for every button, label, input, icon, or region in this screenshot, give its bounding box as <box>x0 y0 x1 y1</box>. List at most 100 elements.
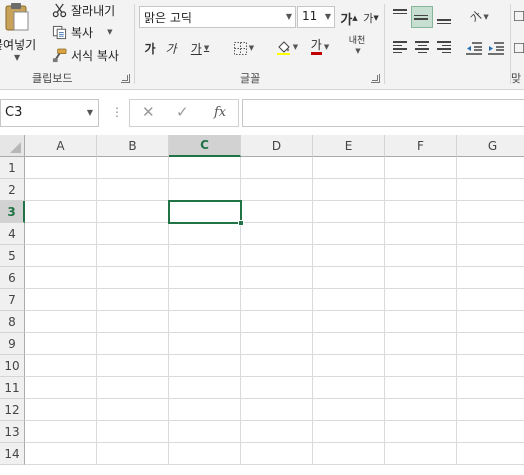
row-header-5[interactable]: 5 <box>0 245 25 267</box>
chevron-down-icon[interactable]: ▼ <box>87 108 93 117</box>
cell-b4[interactable] <box>97 223 169 245</box>
insert-function-icon[interactable]: fx <box>214 105 226 120</box>
bold-button[interactable]: 가 <box>141 38 159 58</box>
cell-g1[interactable] <box>457 157 524 179</box>
cell-d11[interactable] <box>241 377 313 399</box>
cell-b7[interactable] <box>97 289 169 311</box>
cell-g9[interactable] <box>457 333 524 355</box>
cell-d7[interactable] <box>241 289 313 311</box>
row-header-3[interactable]: 3 <box>0 201 25 223</box>
cell-c5[interactable] <box>169 245 241 267</box>
decrease-indent-button[interactable] <box>464 38 484 58</box>
cell-e14[interactable] <box>313 443 385 465</box>
formula-input[interactable] <box>242 99 524 127</box>
column-header-d[interactable]: D <box>241 135 313 157</box>
cell-a3[interactable] <box>25 201 97 223</box>
cell-f9[interactable] <box>385 333 457 355</box>
name-box[interactable]: C3 ▼ <box>0 99 99 127</box>
cut-button[interactable]: 잘라내기 <box>52 0 115 20</box>
cell-e12[interactable] <box>313 399 385 421</box>
wrap-text-button[interactable] <box>514 6 524 26</box>
cell-g6[interactable] <box>457 267 524 289</box>
cell-d1[interactable] <box>241 157 313 179</box>
align-top-button[interactable] <box>391 6 409 24</box>
cell-d14[interactable] <box>241 443 313 465</box>
cell-a12[interactable] <box>25 399 97 421</box>
font-name-dropdown[interactable]: 맑은 고딕 ▼ <box>139 6 296 28</box>
cell-b2[interactable] <box>97 179 169 201</box>
cell-a13[interactable] <box>25 421 97 443</box>
cell-c6[interactable] <box>169 267 241 289</box>
cell-f6[interactable] <box>385 267 457 289</box>
cell-e6[interactable] <box>313 267 385 289</box>
row-header-7[interactable]: 7 <box>0 289 25 311</box>
dialog-launcher-icon[interactable] <box>371 74 380 83</box>
cell-d8[interactable] <box>241 311 313 333</box>
cell-c2[interactable] <box>169 179 241 201</box>
cell-a1[interactable] <box>25 157 97 179</box>
cell-a14[interactable] <box>25 443 97 465</box>
cell-d9[interactable] <box>241 333 313 355</box>
cell-b13[interactable] <box>97 421 169 443</box>
align-bottom-button[interactable] <box>435 8 453 26</box>
cell-g10[interactable] <box>457 355 524 377</box>
cell-f8[interactable] <box>385 311 457 333</box>
cell-c14[interactable] <box>169 443 241 465</box>
row-header-4[interactable]: 4 <box>0 223 25 245</box>
cancel-icon[interactable]: ✕ <box>142 103 155 121</box>
cell-c9[interactable] <box>169 333 241 355</box>
row-header-14[interactable]: 14 <box>0 443 25 465</box>
row-header-12[interactable]: 12 <box>0 399 25 421</box>
borders-button[interactable]: ▼ <box>228 38 260 58</box>
column-header-a[interactable]: A <box>25 135 97 157</box>
cell-e10[interactable] <box>313 355 385 377</box>
cell-d12[interactable] <box>241 399 313 421</box>
cell-c4[interactable] <box>169 223 241 245</box>
enter-icon[interactable]: ✓ <box>176 103 189 121</box>
cell-c11[interactable] <box>169 377 241 399</box>
row-header-9[interactable]: 9 <box>0 333 25 355</box>
cell-e1[interactable] <box>313 157 385 179</box>
cell-f12[interactable] <box>385 399 457 421</box>
cell-b8[interactable] <box>97 311 169 333</box>
cell-b11[interactable] <box>97 377 169 399</box>
cell-a5[interactable] <box>25 245 97 267</box>
phonetic-guide-button[interactable]: 내천 ▼ <box>344 36 370 56</box>
cell-d3[interactable] <box>241 201 313 223</box>
align-center-button[interactable] <box>413 38 431 56</box>
row-header-1[interactable]: 1 <box>0 157 25 179</box>
cell-d2[interactable] <box>241 179 313 201</box>
shrink-font-button[interactable]: 가 ▼ <box>362 8 380 28</box>
column-header-g[interactable]: G <box>457 135 524 157</box>
cell-f10[interactable] <box>385 355 457 377</box>
column-header-c[interactable]: C <box>169 135 241 157</box>
fill-color-button[interactable]: ▼ <box>272 37 302 57</box>
row-header-11[interactable]: 11 <box>0 377 25 399</box>
cell-e8[interactable] <box>313 311 385 333</box>
formula-bar-resize-handle[interactable]: ⋮ <box>111 105 123 119</box>
cell-e11[interactable] <box>313 377 385 399</box>
cell-f7[interactable] <box>385 289 457 311</box>
cell-b12[interactable] <box>97 399 169 421</box>
cell-b10[interactable] <box>97 355 169 377</box>
cell-g14[interactable] <box>457 443 524 465</box>
cell-c12[interactable] <box>169 399 241 421</box>
cell-b9[interactable] <box>97 333 169 355</box>
grow-font-button[interactable]: 가 ▲ <box>340 8 358 28</box>
cell-g13[interactable] <box>457 421 524 443</box>
cell-d6[interactable] <box>241 267 313 289</box>
cell-a8[interactable] <box>25 311 97 333</box>
fill-handle[interactable] <box>238 220 244 226</box>
format-painter-button[interactable]: 서식 복사 <box>52 45 119 65</box>
cell-f14[interactable] <box>385 443 457 465</box>
copy-button[interactable]: 복사 ▼ <box>52 22 112 42</box>
cell-e13[interactable] <box>313 421 385 443</box>
cell-c8[interactable] <box>169 311 241 333</box>
cell-f4[interactable] <box>385 223 457 245</box>
cell-g8[interactable] <box>457 311 524 333</box>
cell-g4[interactable] <box>457 223 524 245</box>
cell-a2[interactable] <box>25 179 97 201</box>
cell-c10[interactable] <box>169 355 241 377</box>
cell-b3[interactable] <box>97 201 169 223</box>
cell-b1[interactable] <box>97 157 169 179</box>
